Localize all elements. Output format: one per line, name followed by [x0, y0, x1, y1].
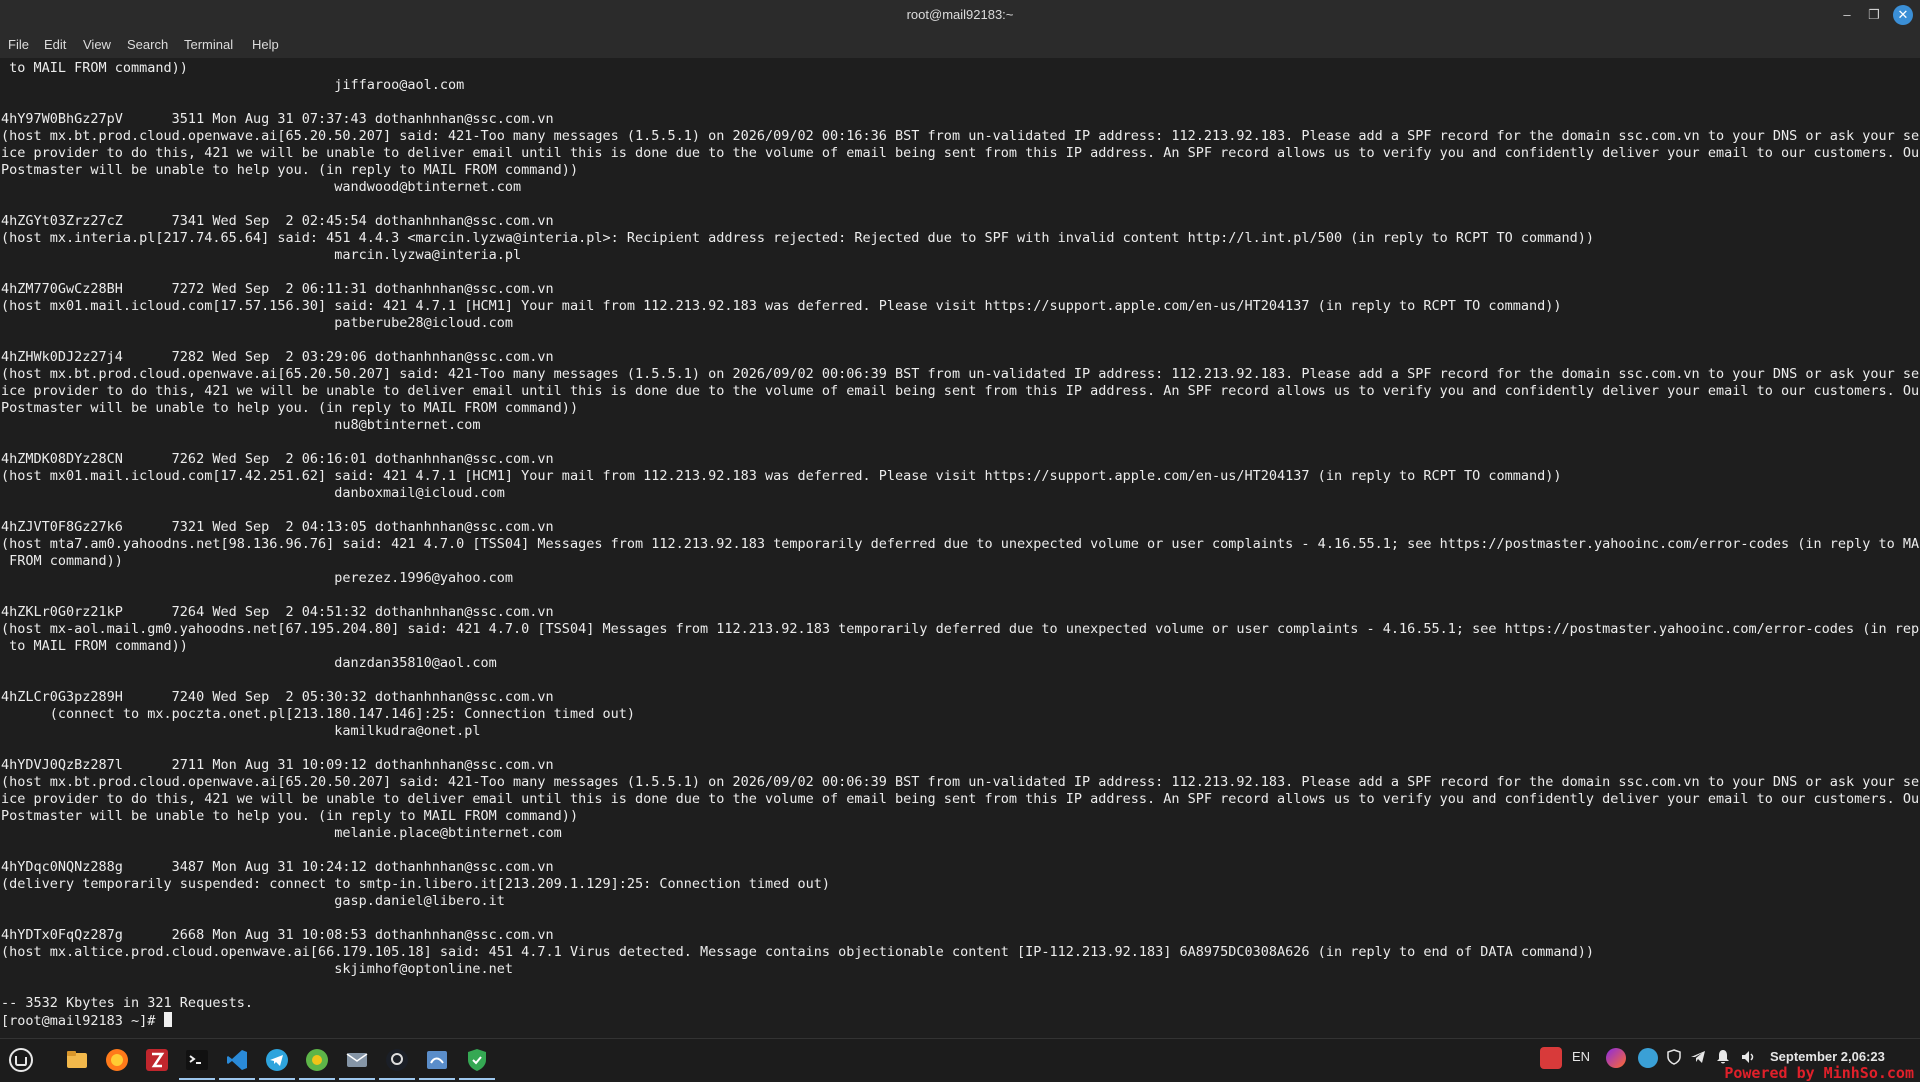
keyboard-layout-indicator[interactable]: EN [1572, 1049, 1590, 1064]
menu-bar: File Edit View Search Terminal Help [0, 30, 1920, 58]
terminal-line: (host mx.bt.prod.cloud.openwave.ai[65.20… [1, 366, 1920, 382]
terminal-line: 4hZHWk0DJ2z27j4 7282 Wed Sep 2 03:29:06 … [1, 349, 554, 365]
mail-icon[interactable] [341, 1044, 373, 1076]
terminal-line: 4hYDTx0FqQz287g 2668 Mon Aug 31 10:08:53… [1, 927, 554, 943]
menu-edit[interactable]: Edit [44, 37, 66, 52]
github-icon[interactable] [381, 1044, 413, 1076]
terminal-line: Postmaster will be unable to help you. (… [1, 808, 579, 824]
terminal-line: jiffaroo@aol.com [334, 77, 465, 93]
menu-terminal[interactable]: Terminal [184, 37, 233, 52]
menu-help[interactable]: Help [252, 37, 279, 52]
menu-search[interactable]: Search [127, 37, 168, 52]
terminal-line: gasp.daniel@libero.it [334, 893, 505, 909]
terminal-line: kamilkudra@onet.pl [334, 723, 481, 739]
terminal-line: Postmaster will be unable to help you. (… [1, 400, 579, 416]
active-window-indicator [219, 1078, 255, 1080]
remote-desktop-icon[interactable] [421, 1044, 453, 1076]
terminal-line: marcin.lyzwa@interia.pl [334, 247, 522, 263]
terminal-line: 4hY97W0BhGz27pV 3511 Mon Aug 31 07:37:43… [1, 111, 554, 127]
terminal-line: danzdan35810@aol.com [334, 655, 497, 671]
terminal-line: 4hYDqc0NQNz288g 3487 Mon Aug 31 10:24:12… [1, 859, 554, 875]
menu-file[interactable]: File [8, 37, 29, 52]
app-green-icon[interactable] [301, 1044, 333, 1076]
terminal-area[interactable]: to MAIL FROM command)) jiffaroo@aol.com … [0, 58, 1920, 1038]
terminal-line: 4hZKLr0G0rz21kP 7264 Wed Sep 2 04:51:32 … [1, 604, 554, 620]
clock[interactable]: September 2,06:23 [1770, 1049, 1885, 1064]
shell-prompt: [root@mail92183 ~]# [1, 1013, 164, 1029]
terminal-line: (host mta7.am0.yahoodns.net[98.136.96.76… [1, 536, 1920, 552]
terminal-line: 4hZM770GwCz28BH 7272 Wed Sep 2 06:11:31 … [1, 281, 554, 297]
firefox-tray-icon[interactable] [1606, 1048, 1626, 1068]
anydesk-tray-icon[interactable] [1540, 1047, 1562, 1069]
active-window-indicator [179, 1078, 215, 1080]
terminal-line: to MAIL FROM command)) [9, 60, 188, 76]
terminal-line: (host mx.altice.prod.cloud.openwave.ai[6… [1, 944, 1595, 960]
terminal-line: (host mx01.mail.icloud.com[17.42.251.62]… [1, 468, 1562, 484]
window-title: root@mail92183:~ [906, 7, 1014, 22]
close-button[interactable]: ✕ [1893, 5, 1913, 25]
terminal-line: 4hYDVJ0QzBz287l 2711 Mon Aug 31 10:09:12… [1, 757, 554, 773]
files-icon[interactable] [61, 1044, 93, 1076]
terminal-icon[interactable] [181, 1044, 213, 1076]
terminal-line: (connect to mx.poczta.onet.pl[213.180.14… [49, 706, 635, 722]
vscode-icon[interactable] [221, 1044, 253, 1076]
terminal-line: danboxmail@icloud.com [334, 485, 505, 501]
terminal-line: 4hZJVT0F8Gz27k6 7321 Wed Sep 2 04:13:05 … [1, 519, 554, 535]
mint-menu-icon[interactable] [5, 1044, 37, 1076]
terminal-line: ice provider to do this, 421 we will be … [1, 791, 1920, 807]
watermark: Powered by MinhSo.com [1724, 1064, 1914, 1082]
terminal-line: (host mx.bt.prod.cloud.openwave.ai[65.20… [1, 774, 1920, 790]
terminal-line: ice provider to do this, 421 we will be … [1, 383, 1920, 399]
terminal-line: perezez.1996@yahoo.com [334, 570, 514, 586]
telegram-tray-icon[interactable] [1690, 1049, 1706, 1068]
terminal-line: (host mx-aol.mail.gm0.yahoodns.net[67.19… [1, 621, 1920, 637]
minimize-button[interactable]: – [1836, 5, 1858, 25]
terminal-line: (host mx.bt.prod.cloud.openwave.ai[65.20… [1, 128, 1920, 144]
terminal-line: 4hZMDK08DYz28CN 7262 Wed Sep 2 06:16:01 … [1, 451, 554, 467]
terminal-line: nu8@btinternet.com [334, 417, 481, 433]
telegram-icon[interactable] [261, 1044, 293, 1076]
terminal-line: 4hZGYt03Zrz27cZ 7341 Wed Sep 2 02:45:54 … [1, 213, 554, 229]
terminal-line: wandwood@btinternet.com [334, 179, 522, 195]
terminal-line: 4hZLCr0G3pz289H 7240 Wed Sep 2 05:30:32 … [1, 689, 554, 705]
terminal-line: -- 3532 Kbytes in 321 Requests. [1, 995, 253, 1011]
maximize-button[interactable]: ❐ [1863, 5, 1885, 25]
terminal-line: ice provider to do this, 421 we will be … [1, 145, 1920, 161]
active-window-indicator [299, 1078, 335, 1080]
terminal-line: to MAIL FROM command)) [9, 638, 188, 654]
terminal-line: skjimhof@optonline.net [334, 961, 514, 977]
terminal-line: Postmaster will be unable to help you. (… [1, 162, 579, 178]
terminal-line: (host mx01.mail.icloud.com[17.57.156.30]… [1, 298, 1562, 314]
terminal-output: to MAIL FROM command)) jiffaroo@aol.com … [1, 60, 1920, 1030]
text-cursor [163, 1012, 172, 1027]
shield-app-icon[interactable] [461, 1044, 493, 1076]
filezilla-icon[interactable] [141, 1044, 173, 1076]
terminal-line: (delivery temporarily suspended: connect… [1, 876, 831, 892]
active-window-indicator [339, 1078, 375, 1080]
terminal-lines: to MAIL FROM command)) jiffaroo@aol.com … [1, 60, 1920, 1011]
shield-tray-icon[interactable] [1666, 1049, 1682, 1068]
active-window-indicator [259, 1078, 295, 1080]
title-bar: root@mail92183:~ – ❐ ✕ [0, 0, 1920, 30]
menu-view[interactable]: View [83, 37, 111, 52]
active-window-indicator [419, 1078, 455, 1080]
network-tray-icon[interactable] [1638, 1048, 1658, 1068]
firefox-icon[interactable] [101, 1044, 133, 1076]
terminal-line: melanie.place@btinternet.com [334, 825, 562, 841]
terminal-line: patberube28@icloud.com [334, 315, 514, 331]
terminal-line: FROM command)) [9, 553, 123, 569]
taskbar: EN September 2,06:23 Powered by MinhSo.c… [0, 1038, 1920, 1082]
terminal-line: (host mx.interia.pl[217.74.65.64] said: … [1, 230, 1595, 246]
active-window-indicator [379, 1078, 415, 1080]
active-window-indicator [459, 1078, 495, 1080]
